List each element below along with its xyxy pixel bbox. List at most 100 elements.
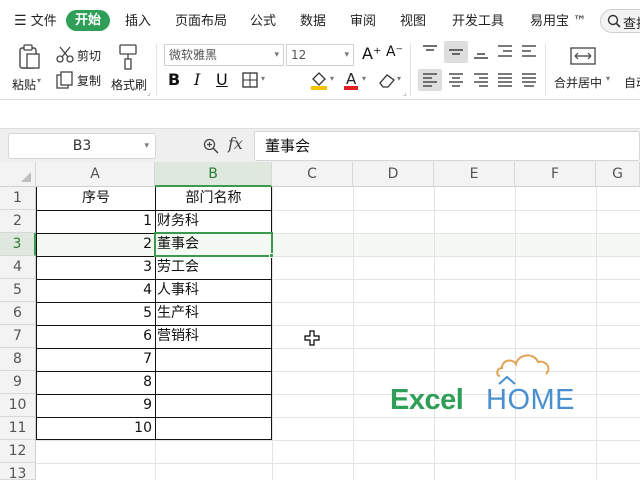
align-middle-button[interactable]: [444, 41, 468, 63]
row-header-1[interactable]: 1: [0, 187, 36, 210]
tab-easyuse[interactable]: 易用宝 ™: [530, 10, 586, 29]
dialog-launcher-icon[interactable]: ⌟: [403, 88, 407, 97]
gridline: [596, 187, 597, 480]
justify-icon[interactable]: [497, 72, 513, 88]
align-top-icon[interactable]: [422, 44, 438, 60]
row-header-4[interactable]: 4: [0, 256, 36, 279]
align-left-button[interactable]: [418, 69, 442, 91]
cell-a7[interactable]: 6: [37, 325, 152, 348]
cell-b7[interactable]: 营销科: [157, 325, 270, 348]
cell-a5[interactable]: 4: [37, 279, 152, 302]
cell-a4[interactable]: 3: [37, 256, 152, 279]
name-box[interactable]: B3 ▾: [8, 133, 156, 159]
gridline: [434, 187, 435, 480]
svg-text:A: A: [346, 70, 357, 88]
cell-a3[interactable]: 2: [37, 233, 152, 256]
column-header-g[interactable]: G: [596, 162, 640, 187]
copy-icon: [56, 71, 73, 89]
eraser-icon[interactable]: [378, 72, 396, 88]
row-header-7[interactable]: 7: [0, 325, 36, 348]
selection-outline: [154, 232, 273, 257]
align-right-icon[interactable]: [473, 72, 489, 88]
cell-b1[interactable]: 部门名称: [156, 187, 271, 210]
cell-a2[interactable]: 1: [37, 210, 152, 233]
bold-icon[interactable]: B: [168, 70, 180, 89]
paste-label: 粘贴: [12, 78, 37, 92]
column-header-b[interactable]: B: [155, 162, 272, 187]
indent-increase-icon[interactable]: [521, 44, 537, 60]
auto-wrap-label: 自动: [624, 76, 640, 90]
cut-button[interactable]: 剪切: [56, 46, 106, 64]
fx-icon[interactable]: fx: [228, 134, 243, 153]
align-bottom-icon[interactable]: [473, 44, 489, 60]
formula-input[interactable]: 董事会: [254, 131, 640, 161]
cell-a6[interactable]: 5: [37, 302, 152, 325]
gridline: [272, 187, 273, 480]
dialog-launcher-icon[interactable]: ⌟: [147, 88, 151, 97]
chevron-down-icon[interactable]: ▾: [330, 74, 334, 83]
tab-review[interactable]: 审阅: [350, 10, 376, 29]
row-header-6[interactable]: 6: [0, 302, 36, 325]
increase-font-icon[interactable]: A⁺: [362, 44, 381, 63]
search-box[interactable]: 查找: [600, 9, 640, 33]
row-header-8[interactable]: 8: [0, 348, 36, 371]
align-middle-icon: [449, 49, 463, 55]
align-center-icon[interactable]: [448, 72, 464, 88]
align-left-icon: [423, 73, 437, 87]
font-color-icon[interactable]: A: [343, 70, 359, 90]
row-header-2[interactable]: 2: [0, 210, 36, 233]
tab-insert[interactable]: 插入: [125, 10, 151, 29]
tab-developer[interactable]: 开发工具: [452, 10, 504, 29]
row-header-9[interactable]: 9: [0, 371, 36, 394]
merge-center-label: 合并居中: [554, 76, 603, 90]
excelhome-watermark: Excel HOME: [390, 350, 575, 420]
tab-data[interactable]: 数据: [300, 10, 326, 29]
row-header-12[interactable]: 12: [0, 440, 36, 463]
column-header-d[interactable]: D: [353, 162, 434, 187]
cell-b5[interactable]: 人事科: [157, 279, 270, 302]
tab-formulas[interactable]: 公式: [250, 10, 276, 29]
font-name-select[interactable]: 微软雅黑 ▾: [164, 44, 284, 66]
cell-b2[interactable]: 财务科: [157, 210, 270, 233]
decrease-font-icon[interactable]: A⁻: [386, 44, 403, 60]
font-size-select[interactable]: 12 ▾: [286, 44, 354, 66]
distribute-icon[interactable]: [521, 72, 537, 88]
column-header-a[interactable]: A: [36, 162, 155, 187]
zoom-icon[interactable]: [203, 138, 219, 154]
column-header-f[interactable]: F: [515, 162, 596, 187]
chevron-down-icon[interactable]: ▾: [261, 74, 265, 83]
fill-color-icon[interactable]: [310, 70, 328, 90]
chevron-down-icon[interactable]: ▾: [397, 74, 401, 83]
file-menu[interactable]: ☰ 文件: [14, 10, 57, 29]
cell-a10[interactable]: 9: [37, 394, 152, 417]
column-header-e[interactable]: E: [434, 162, 515, 187]
chevron-down-icon: ▾: [144, 141, 149, 151]
borders-icon[interactable]: [242, 72, 258, 88]
chevron-down-icon[interactable]: ▾: [362, 74, 366, 83]
merge-center-button[interactable]: 合并居中 ▾: [552, 42, 616, 96]
select-all-corner[interactable]: [0, 162, 36, 187]
underline-icon[interactable]: U: [216, 70, 228, 89]
tab-home[interactable]: 开始: [66, 10, 110, 31]
cell-a11[interactable]: 10: [37, 417, 152, 440]
auto-wrap-button[interactable]: 自动: [620, 42, 640, 96]
indent-decrease-icon[interactable]: [497, 44, 513, 60]
row-header-5[interactable]: 5: [0, 279, 36, 302]
column-header-c[interactable]: C: [272, 162, 353, 187]
tab-page-layout[interactable]: 页面布局: [175, 10, 227, 29]
paste-button[interactable]: 粘贴 ▾: [8, 40, 48, 96]
cell-a1[interactable]: 序号: [37, 187, 155, 210]
fill-handle[interactable]: [269, 253, 274, 258]
row-header-11[interactable]: 11: [0, 417, 36, 440]
cell-a9[interactable]: 8: [37, 371, 152, 394]
cell-b4[interactable]: 劳工会: [157, 256, 270, 279]
copy-button[interactable]: 复制: [56, 71, 106, 89]
italic-icon[interactable]: I: [194, 70, 200, 89]
cell-b6[interactable]: 生产科: [157, 302, 270, 325]
row-header-10[interactable]: 10: [0, 394, 36, 417]
format-painter-button[interactable]: 格式刷: [108, 40, 150, 96]
cell-a8[interactable]: 7: [37, 348, 152, 371]
tab-view[interactable]: 视图: [400, 10, 426, 29]
row-header-13[interactable]: 13: [0, 463, 36, 480]
row-header-3[interactable]: 3: [0, 233, 36, 256]
